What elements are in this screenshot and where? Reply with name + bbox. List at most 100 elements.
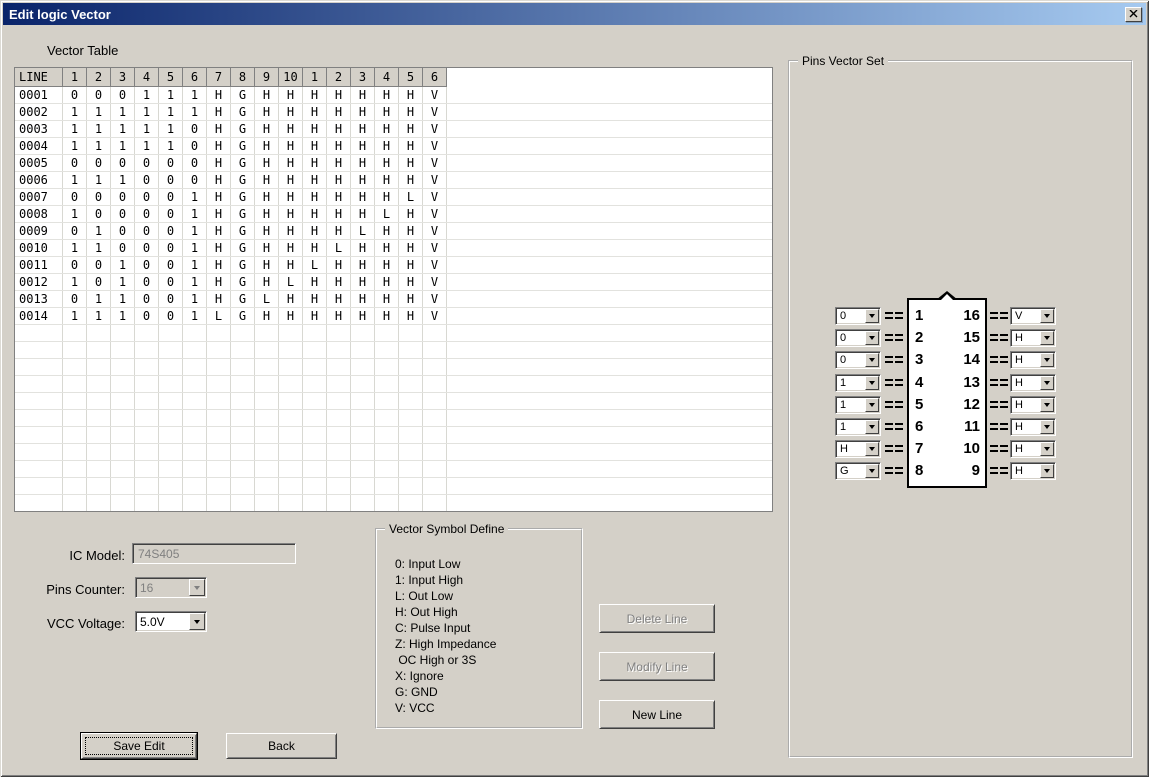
vector-cell bbox=[351, 444, 375, 460]
close-button[interactable] bbox=[1125, 7, 1142, 22]
vector-cell: H bbox=[255, 257, 279, 273]
vector-cell: G bbox=[231, 291, 255, 307]
table-row bbox=[15, 376, 772, 393]
vector-cell bbox=[327, 376, 351, 392]
dropdown-arrow-icon[interactable] bbox=[865, 353, 879, 367]
pin-6-dropdown[interactable]: 1 bbox=[835, 418, 881, 436]
dropdown-arrow-icon[interactable] bbox=[865, 376, 879, 390]
pin-2-dropdown[interactable]: 0 bbox=[835, 329, 881, 347]
vector-cell: H bbox=[303, 155, 327, 171]
vector-cell: H bbox=[255, 172, 279, 188]
vector-cell bbox=[303, 410, 327, 426]
table-row[interactable]: 0004111110HGHHHHHHHV bbox=[15, 138, 772, 155]
pin-13-dropdown[interactable]: H bbox=[1010, 374, 1056, 392]
dropdown-arrow-icon[interactable] bbox=[1040, 464, 1054, 478]
pin-14-dropdown[interactable]: H bbox=[1010, 351, 1056, 369]
dropdown-arrow-icon[interactable] bbox=[1040, 331, 1054, 345]
vector-cell: 1 bbox=[135, 104, 159, 120]
pin-15-dropdown[interactable]: H bbox=[1010, 329, 1056, 347]
vector-cell: G bbox=[231, 223, 255, 239]
vector-cell: H bbox=[375, 138, 399, 154]
vector-cell: H bbox=[303, 308, 327, 324]
dropdown-arrow-icon[interactable] bbox=[1040, 376, 1054, 390]
vector-cell: 1 bbox=[183, 274, 207, 290]
pin-value: H bbox=[1011, 441, 1039, 457]
vector-cell: L bbox=[255, 291, 279, 307]
row-filler bbox=[447, 121, 772, 137]
table-row[interactable]: 0010110001HGHHHLHHHV bbox=[15, 240, 772, 257]
dropdown-arrow-icon[interactable] bbox=[189, 613, 205, 630]
pin-9-dropdown[interactable]: H bbox=[1010, 462, 1056, 480]
vector-cell: 0 bbox=[63, 291, 87, 307]
pin-12-dropdown[interactable]: H bbox=[1010, 396, 1056, 414]
pin-number: 10 bbox=[948, 440, 980, 458]
vector-cell bbox=[327, 427, 351, 443]
pin-number: 8 bbox=[915, 462, 941, 480]
vector-cell bbox=[135, 393, 159, 409]
vector-cell: V bbox=[423, 206, 447, 222]
pin-4-dropdown[interactable]: 1 bbox=[835, 374, 881, 392]
row-filler bbox=[447, 257, 772, 273]
vector-cell bbox=[111, 342, 135, 358]
pin-connector-icon bbox=[1000, 423, 1008, 430]
pin-7-dropdown[interactable]: H bbox=[835, 440, 881, 458]
line-number-cell bbox=[15, 359, 63, 375]
vector-cell: H bbox=[279, 138, 303, 154]
dropdown-arrow-icon[interactable] bbox=[865, 398, 879, 412]
dropdown-arrow-icon[interactable] bbox=[865, 464, 879, 478]
vector-cell bbox=[303, 393, 327, 409]
table-row[interactable]: 0008100001HGHHHHHLHV bbox=[15, 206, 772, 223]
vector-cell bbox=[303, 325, 327, 341]
vector-cell bbox=[279, 359, 303, 375]
dropdown-arrow-icon[interactable] bbox=[865, 331, 879, 345]
symbol-define-line: 1: Input High bbox=[395, 572, 496, 588]
vector-cell bbox=[327, 410, 351, 426]
table-row[interactable]: 0007000001HGHHHHHHLV bbox=[15, 189, 772, 206]
pin-11-dropdown[interactable]: H bbox=[1010, 418, 1056, 436]
back-button[interactable]: Back bbox=[226, 733, 337, 759]
vector-cell: G bbox=[231, 274, 255, 290]
pin-16-dropdown[interactable]: V bbox=[1010, 307, 1056, 325]
table-row[interactable]: 0005000000HGHHHHHHHV bbox=[15, 155, 772, 172]
table-row[interactable]: 0011001001HGHHLHHHHV bbox=[15, 257, 772, 274]
header-cell-pin: 2 bbox=[327, 68, 351, 87]
table-row[interactable]: 0012101001HGHLHHHHHV bbox=[15, 274, 772, 291]
vcc-voltage-dropdown[interactable]: 5.0V bbox=[135, 611, 207, 632]
dropdown-arrow-icon[interactable] bbox=[1040, 309, 1054, 323]
pin-1-dropdown[interactable]: 0 bbox=[835, 307, 881, 325]
table-row[interactable]: 0006111000HGHHHHHHHV bbox=[15, 172, 772, 189]
line-number-cell bbox=[15, 444, 63, 460]
table-row[interactable]: 0009010001HGHHHHLHHV bbox=[15, 223, 772, 240]
dropdown-arrow-icon[interactable] bbox=[865, 442, 879, 456]
dropdown-arrow-icon[interactable] bbox=[865, 420, 879, 434]
table-row[interactable]: 0001000111HGHHHHHHHV bbox=[15, 87, 772, 104]
dropdown-arrow-icon[interactable] bbox=[1040, 398, 1054, 412]
pin-5-dropdown[interactable]: 1 bbox=[835, 396, 881, 414]
pin-number: 12 bbox=[948, 396, 980, 414]
new-line-button[interactable]: New Line bbox=[599, 700, 715, 729]
vector-cell bbox=[231, 427, 255, 443]
vector-cell bbox=[135, 359, 159, 375]
save-edit-button[interactable]: Save Edit bbox=[81, 733, 197, 759]
vector-cell: H bbox=[375, 240, 399, 256]
dropdown-arrow-icon[interactable] bbox=[1040, 442, 1054, 456]
pin-10-dropdown[interactable]: H bbox=[1010, 440, 1056, 458]
table-row[interactable]: 0014111001LGHHHHHHHV bbox=[15, 308, 772, 325]
vector-cell: 0 bbox=[111, 206, 135, 222]
table-row[interactable]: 0003111110HGHHHHHHHV bbox=[15, 121, 772, 138]
vector-cell: 0 bbox=[159, 291, 183, 307]
pin-3-dropdown[interactable]: 0 bbox=[835, 351, 881, 369]
vector-cell: H bbox=[399, 172, 423, 188]
dropdown-arrow-icon[interactable] bbox=[865, 309, 879, 323]
vector-cell bbox=[183, 444, 207, 460]
table-row[interactable]: 0013011001HGLHHHHHHV bbox=[15, 291, 772, 308]
table-row[interactable]: 0002111111HGHHHHHHHV bbox=[15, 104, 772, 121]
vector-cell bbox=[255, 342, 279, 358]
vector-cell bbox=[63, 478, 87, 494]
dropdown-arrow-icon[interactable] bbox=[1040, 420, 1054, 434]
pin-8-dropdown[interactable]: G bbox=[835, 462, 881, 480]
dropdown-arrow-icon[interactable] bbox=[1040, 353, 1054, 367]
vector-cell: H bbox=[303, 138, 327, 154]
pin-value: H bbox=[1011, 375, 1039, 391]
vector-cell bbox=[207, 478, 231, 494]
